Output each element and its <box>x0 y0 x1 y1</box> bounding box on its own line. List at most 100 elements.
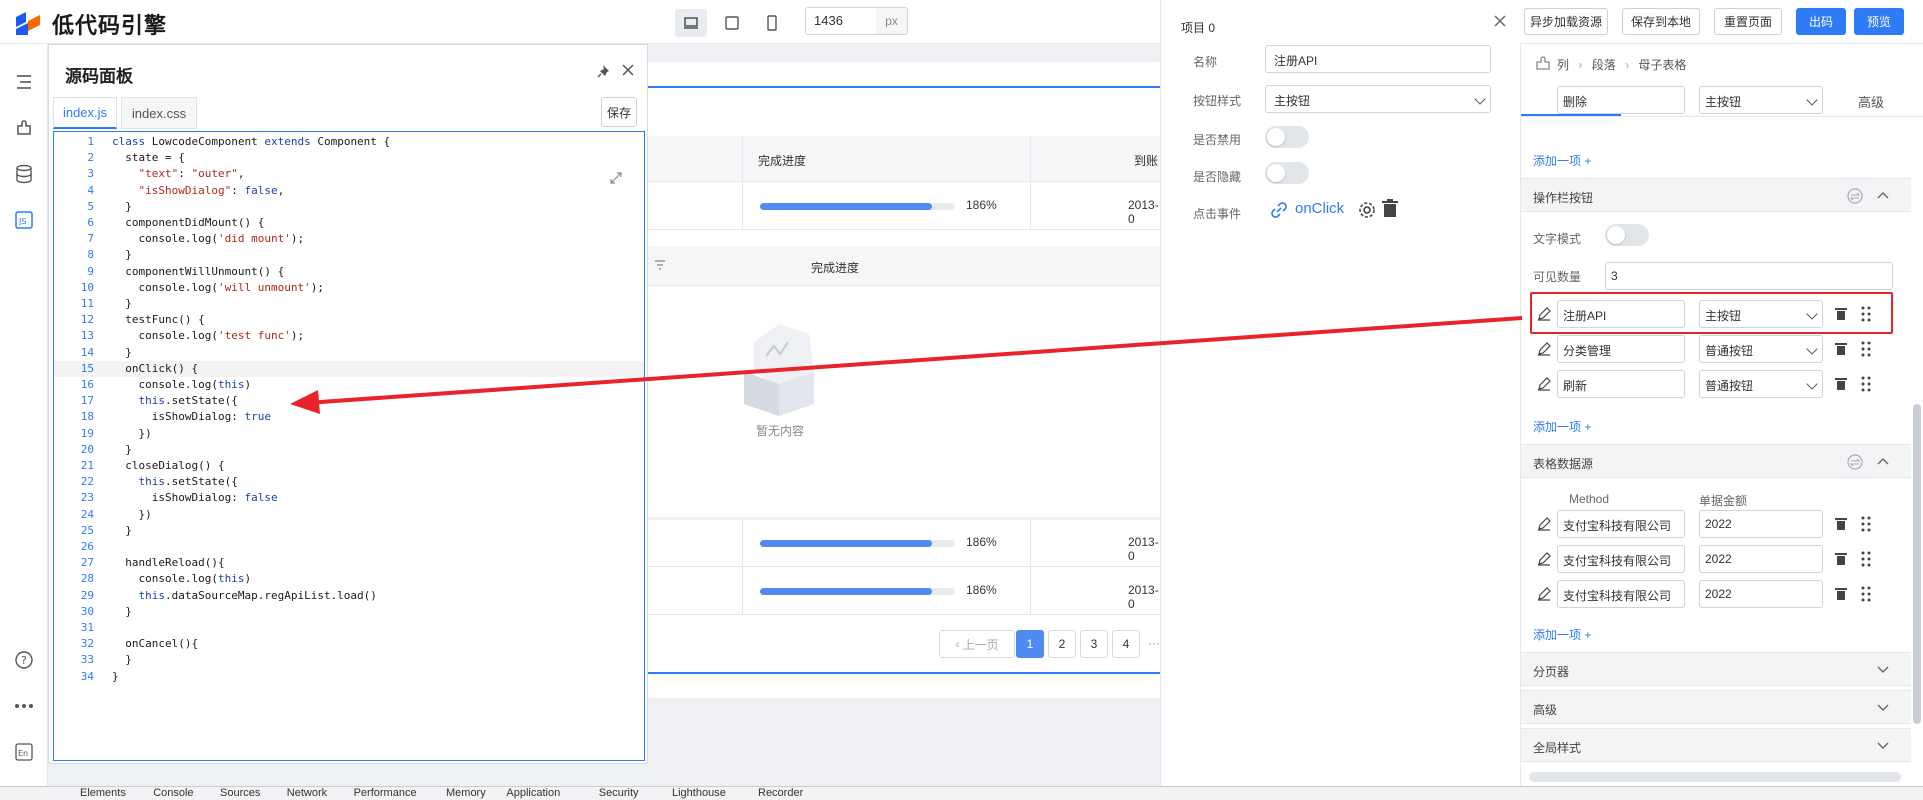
async-load-button[interactable]: 异步加载资源 <box>1524 8 1608 35</box>
sort-toggle-icon[interactable] <box>1847 188 1863 204</box>
datasource-icon[interactable] <box>12 162 36 186</box>
section-advanced[interactable]: 高级 <box>1521 690 1911 724</box>
ds-amount-input[interactable]: 2022 <box>1699 510 1823 538</box>
close-icon[interactable] <box>1493 14 1507 28</box>
event-binding-value[interactable]: onClick <box>1295 200 1344 217</box>
code-line[interactable]: 22 this.setState({ <box>54 474 644 490</box>
pager-prev-button[interactable]: ‹ 上一页 <box>939 630 1015 658</box>
code-line[interactable]: 13 console.log('test func'); <box>54 328 644 344</box>
ds-amount-input[interactable]: 2022 <box>1699 545 1823 573</box>
drag-handle-icon[interactable] <box>1861 341 1871 357</box>
drag-handle-icon[interactable] <box>1861 516 1871 532</box>
code-line[interactable]: 34} <box>54 669 644 685</box>
filter-icon[interactable] <box>654 259 666 271</box>
pager-page-4[interactable]: 4 <box>1112 630 1140 658</box>
breadcrumb-item[interactable]: 段落 <box>1592 58 1616 72</box>
outline-tree-icon[interactable] <box>12 70 36 94</box>
code-line[interactable]: 26 <box>54 539 644 555</box>
code-line[interactable]: 16 console.log(this) <box>54 377 644 393</box>
code-line[interactable]: 25 } <box>54 523 644 539</box>
action-style-select[interactable]: 普通按钮 <box>1699 335 1823 363</box>
edit-icon[interactable] <box>1537 377 1551 391</box>
pin-icon[interactable] <box>597 63 613 79</box>
code-line[interactable]: 21 closeDialog() { <box>54 458 644 474</box>
preview-button[interactable]: 预览 <box>1854 8 1904 35</box>
component-library-icon[interactable] <box>12 116 36 140</box>
canvas-width-input[interactable]: 1436 <box>805 7 877 35</box>
code-line[interactable]: 18 isShowDialog: true <box>54 409 644 425</box>
code-editor[interactable]: 1 class LowcodeComponent extends Componen… <box>53 131 645 761</box>
vertical-scrollbar[interactable] <box>1913 404 1921 724</box>
devtools-tab[interactable]: Network <box>287 787 327 799</box>
drag-handle-icon[interactable] <box>1861 551 1871 567</box>
help-icon[interactable]: ? <box>12 648 36 672</box>
chevron-down-icon[interactable] <box>1877 703 1889 713</box>
edit-icon[interactable] <box>1537 587 1551 601</box>
trash-icon[interactable] <box>1381 199 1399 219</box>
breadcrumb-item[interactable]: 母子表格 <box>1638 58 1686 72</box>
trash-icon[interactable] <box>1835 587 1847 601</box>
code-line[interactable]: 19 }) <box>54 426 644 442</box>
code-line[interactable]: 27 handleReload(){ <box>54 555 644 571</box>
code-line[interactable]: 15 onClick() { <box>54 360 644 377</box>
code-line[interactable]: 29 this.dataSourceMap.regApiList.load() <box>54 588 644 604</box>
devtools-tab[interactable]: Sources <box>220 787 260 799</box>
devtools-tab[interactable]: Security <box>599 787 639 799</box>
code-line[interactable]: 10 console.log('will unmount'); <box>54 280 644 296</box>
add-item-link[interactable]: 添加一项 + <box>1533 152 1591 169</box>
add-item-link[interactable]: 添加一项 + <box>1533 418 1591 435</box>
desktop-view-button[interactable] <box>675 9 707 37</box>
gear-icon[interactable] <box>1357 200 1377 220</box>
breadcrumb-item[interactable]: 列 <box>1557 58 1569 72</box>
pager-page-3[interactable]: 3 <box>1080 630 1108 658</box>
action-style-select[interactable]: 主按钮 <box>1699 86 1823 114</box>
code-line[interactable]: 33 } <box>54 652 644 668</box>
tab-index-css[interactable]: index.css <box>121 97 197 129</box>
visible-count-input[interactable]: 3 <box>1605 262 1893 290</box>
code-line[interactable]: 32 onCancel(){ <box>54 636 644 652</box>
tab-advanced[interactable]: 高级 <box>1821 86 1921 116</box>
add-item-link[interactable]: 添加一项 + <box>1533 626 1591 643</box>
code-line[interactable]: 30 } <box>54 604 644 620</box>
hidden-switch[interactable] <box>1265 162 1309 184</box>
close-icon[interactable] <box>621 63 635 77</box>
chevron-up-icon[interactable] <box>1877 456 1889 466</box>
edit-icon[interactable] <box>1537 342 1551 356</box>
code-line[interactable]: 6 componentDidMount() { <box>54 215 644 231</box>
trash-icon[interactable] <box>1835 377 1847 391</box>
devtools-tab[interactable]: Application <box>506 787 560 799</box>
trash-icon[interactable] <box>1835 552 1847 566</box>
chevron-down-icon[interactable] <box>1877 665 1889 675</box>
code-line[interactable]: 14 } <box>54 345 644 361</box>
save-code-button[interactable]: 保存 <box>601 97 637 127</box>
drag-handle-icon[interactable] <box>1861 586 1871 602</box>
ds-method-input[interactable]: 支付宝科技有限公司 <box>1557 580 1685 608</box>
trash-icon[interactable] <box>1835 517 1847 531</box>
horizontal-scrollbar[interactable] <box>1529 772 1901 782</box>
code-line[interactable]: 1 class LowcodeComponent extends Componen… <box>54 134 644 150</box>
code-line[interactable]: 3 "text": "outer", <box>54 166 644 182</box>
chevron-down-icon[interactable] <box>1877 741 1889 751</box>
action-style-select[interactable]: 普通按钮 <box>1699 370 1823 398</box>
section-action-buttons[interactable]: 操作栏按钮 <box>1521 178 1911 212</box>
ds-method-input[interactable]: 支付宝科技有限公司 <box>1557 545 1685 573</box>
code-line[interactable]: 17 this.setState({ <box>54 393 644 409</box>
drag-handle-icon[interactable] <box>1861 376 1871 392</box>
section-pagination[interactable]: 分页器 <box>1521 652 1911 686</box>
button-style-select[interactable]: 主按钮 <box>1265 85 1491 113</box>
ds-method-input[interactable]: 支付宝科技有限公司 <box>1557 510 1685 538</box>
disabled-switch[interactable] <box>1265 126 1309 148</box>
devtools-tab[interactable]: Memory <box>446 787 486 799</box>
export-code-button[interactable]: 出码 <box>1796 8 1846 35</box>
edit-icon[interactable] <box>1535 95 1549 109</box>
code-line[interactable]: 12 testFunc() { <box>54 312 644 328</box>
devtools-tab[interactable]: Lighthouse <box>672 787 726 799</box>
code-line[interactable]: 20 } <box>54 442 644 458</box>
code-line[interactable]: 4 "isShowDialog": false, <box>54 183 644 199</box>
code-line[interactable]: 2 state = { <box>54 150 644 166</box>
code-line[interactable]: 7 console.log('did mount'); <box>54 231 644 247</box>
trash-icon[interactable] <box>1835 342 1847 356</box>
code-line[interactable]: 8 } <box>54 247 644 263</box>
edit-icon[interactable] <box>1537 552 1551 566</box>
devtools-tab[interactable]: Performance <box>354 787 417 799</box>
